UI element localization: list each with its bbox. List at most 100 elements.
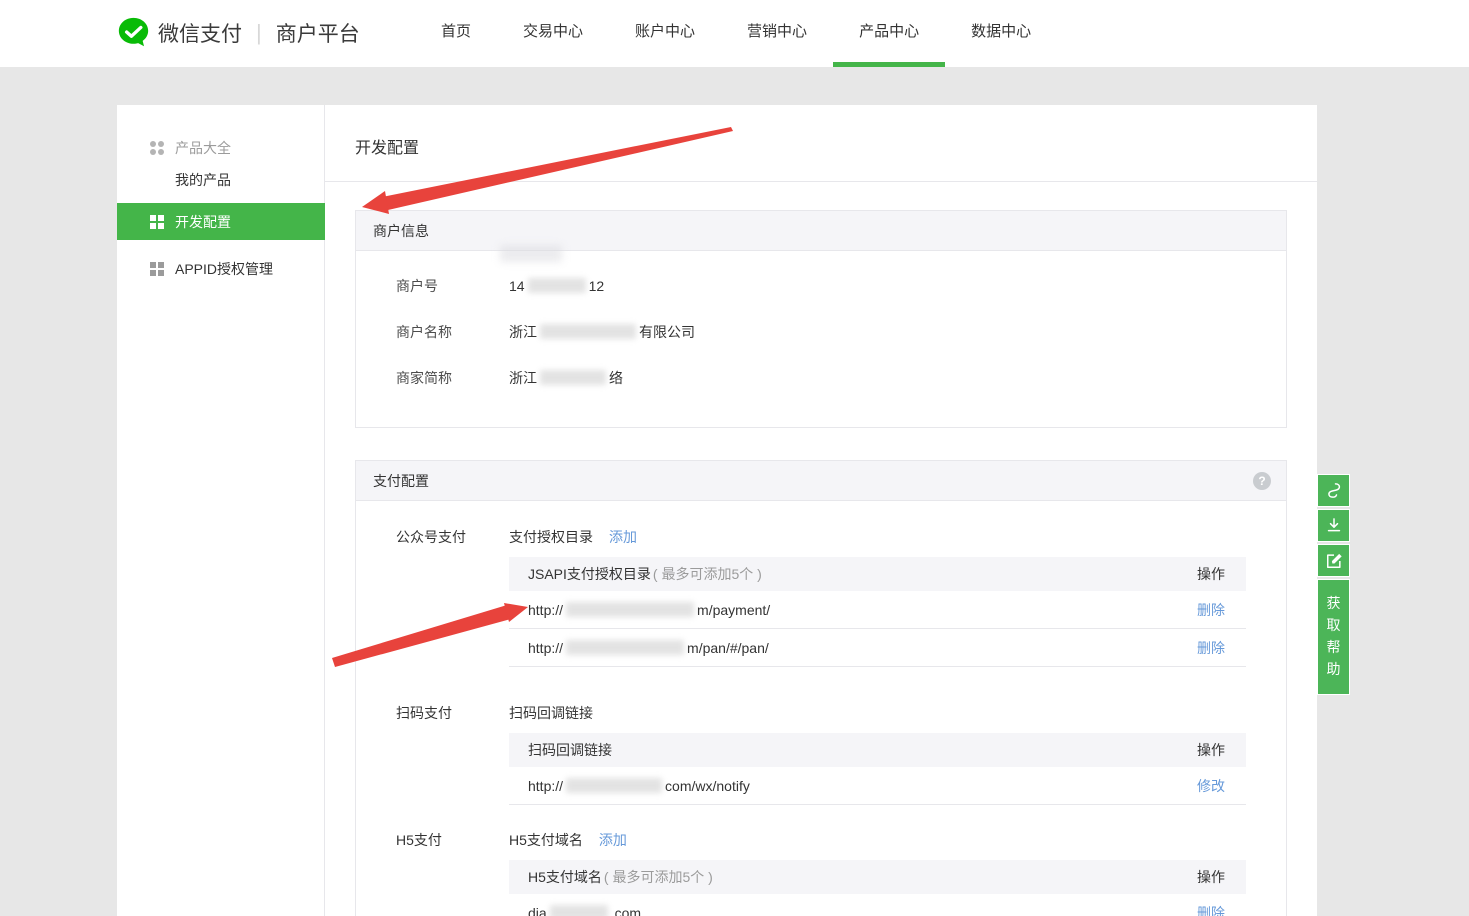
squares-grid-icon [150,262,164,276]
sidebar-item-dev-config-active[interactable]: 开发配置 [117,203,325,240]
jsapi-product-label: 公众号支付 [396,527,509,547]
merchant-name-label: 商户名称 [396,322,509,342]
merchant-info-header: 商户信息 [356,211,1286,251]
h5-table: H5支付域名 ( 最多可添加5个 ) 操作 dia.com 删除 [509,860,1246,916]
redaction-blur [566,602,694,617]
merchant-name-row: 商户名称 浙江有限公司 [356,309,1286,355]
edit-icon [1324,551,1344,571]
brand-logo[interactable]: 微信支付 | 商户平台 [117,16,360,49]
nav-item-home[interactable]: 首页 [441,0,471,67]
top-navigation: 首页 交易中心 账户中心 营销中心 产品中心 数据中心 [441,0,1031,67]
nav-item-marketing[interactable]: 营销中心 [747,0,807,67]
get-help-button[interactable]: 获 取 帮 助 [1317,579,1350,695]
h5-domain: dia.com [528,905,641,916]
page-title: 开发配置 [325,105,1317,158]
sidebar-item-label: 产品大全 [175,138,231,158]
logo-secondary-text: 商户平台 [276,18,360,48]
h5-domain-row: dia.com 删除 [509,894,1246,916]
sidebar-item-label: APPID授权管理 [175,259,273,279]
native-group-labels: 扫码支付 扫码回调链接 [356,693,1286,733]
sidebar: 产品大全 我的产品 开发配置 APPID授权管理 [117,105,325,916]
native-table-header: 扫码回调链接 操作 [509,733,1246,767]
download-button[interactable] [1317,509,1350,542]
h5-table-title: H5支付域名 [528,867,602,887]
content-area: 开发配置 商户信息 商户号 1412 商户名称 浙江有限公司 商家简称 [325,105,1317,916]
sidebar-item-product-catalog[interactable]: 产品大全 [117,130,325,166]
jsapi-add-link[interactable]: 添加 [609,527,637,547]
merchant-id-label: 商户号 [396,276,509,296]
feedback-button[interactable] [1317,544,1350,577]
merchant-info-section: 商户信息 商户号 1412 商户名称 浙江有限公司 商家简称 浙江络 [355,210,1287,428]
get-help-char: 帮 [1318,636,1349,658]
h5-config-label: H5支付域名 [509,830,583,850]
modify-link[interactable]: 修改 [1197,776,1225,796]
sidebar-item-label: 开发配置 [175,212,231,232]
wechat-pay-logo-icon [117,16,150,49]
nav-item-transactions[interactable]: 交易中心 [523,0,583,67]
question-mark-icon[interactable]: ? [1253,472,1271,490]
jsapi-url-1: http://m/payment/ [528,602,770,618]
action-column-header: 操作 [1197,740,1225,760]
merchant-name-value: 浙江有限公司 [509,322,695,342]
jsapi-table: JSAPI支付授权目录 ( 最多可添加5个 ) 操作 http://m/paym… [509,557,1246,667]
get-help-char: 取 [1318,614,1349,636]
h5-add-link[interactable]: 添加 [599,830,627,850]
logo-divider: | [256,20,262,46]
redaction-blur [528,278,586,293]
pay-config-title: 支付配置 [373,473,429,489]
redaction-blur [566,778,662,793]
merchant-shortname-label: 商家简称 [396,368,509,388]
merchant-shortname-row: 商家简称 浙江络 [356,355,1286,401]
h5-table-header: H5支付域名 ( 最多可添加5个 ) 操作 [509,860,1246,894]
contact-button[interactable] [1317,474,1350,507]
floating-help-bar: 获 取 帮 助 [1317,474,1351,695]
merchant-id-row: 商户号 1412 [356,263,1286,309]
merchant-info-body: 商户号 1412 商户名称 浙江有限公司 商家简称 浙江络 [356,251,1286,427]
jsapi-config-label: 支付授权目录 [509,527,593,547]
sidebar-item-appid-auth[interactable]: APPID授权管理 [117,251,325,287]
pay-config-body: 公众号支付 支付授权目录 添加 JSAPI支付授权目录 ( 最多可添加5个 ) … [356,501,1286,916]
native-callback-url: http://com/wx/notify [528,778,750,794]
download-icon [1324,516,1344,536]
jsapi-url-2: http://m/pan/#/pan/ [528,640,769,656]
delete-link[interactable]: 删除 [1197,600,1225,620]
logo-primary-text: 微信支付 [158,18,242,48]
jsapi-url-row: http://m/pan/#/pan/ 删除 [509,629,1246,667]
native-table-title: 扫码回调链接 [528,740,612,760]
jsapi-table-header: JSAPI支付授权目录 ( 最多可添加5个 ) 操作 [509,557,1246,591]
redaction-blur [540,324,636,339]
content-header: 开发配置 [325,105,1317,182]
jsapi-group-labels: 公众号支付 支付授权目录 添加 [356,517,1286,557]
native-config-label: 扫码回调链接 [509,703,593,723]
nav-item-products[interactable]: 产品中心 [859,0,919,67]
pay-config-section: 支付配置 ? 公众号支付 支付授权目录 添加 JSAPI支付授权目录 ( 最多可… [355,460,1287,916]
sidebar-item-my-products[interactable]: 我的产品 [117,162,325,198]
merchant-shortname-value: 浙江络 [509,368,623,388]
nav-item-data[interactable]: 数据中心 [971,0,1031,67]
get-help-char: 获 [1318,592,1349,614]
redaction-blur [540,370,606,385]
delete-link[interactable]: 删除 [1197,638,1225,658]
h5-table-hint: ( 最多可添加5个 ) [604,867,713,887]
redaction-blur [566,640,684,655]
h5-group-labels: H5支付 H5支付域名 添加 [356,820,1286,860]
nav-item-account[interactable]: 账户中心 [635,0,695,67]
action-column-header: 操作 [1197,564,1225,584]
redaction-blur [550,905,608,916]
pay-config-header: 支付配置 ? [356,461,1286,501]
merchant-id-value: 1412 [509,278,604,294]
jsapi-table-hint: ( 最多可添加5个 ) [653,564,762,584]
delete-link[interactable]: 删除 [1197,903,1225,916]
sidebar-item-label: 我的产品 [175,170,231,190]
product-grid-icon [150,141,164,155]
h5-product-label: H5支付 [396,830,509,850]
action-column-header: 操作 [1197,867,1225,887]
native-product-label: 扫码支付 [396,703,509,723]
squares-grid-icon [150,215,164,229]
jsapi-url-row: http://m/payment/ 删除 [509,591,1246,629]
native-table: 扫码回调链接 操作 http://com/wx/notify 修改 [509,733,1246,805]
jsapi-table-title: JSAPI支付授权目录 [528,564,651,584]
link-icon [1324,481,1344,501]
redaction-smudge [500,245,562,262]
top-bar: 微信支付 | 商户平台 首页 交易中心 账户中心 营销中心 产品中心 数据中心 [0,0,1469,67]
